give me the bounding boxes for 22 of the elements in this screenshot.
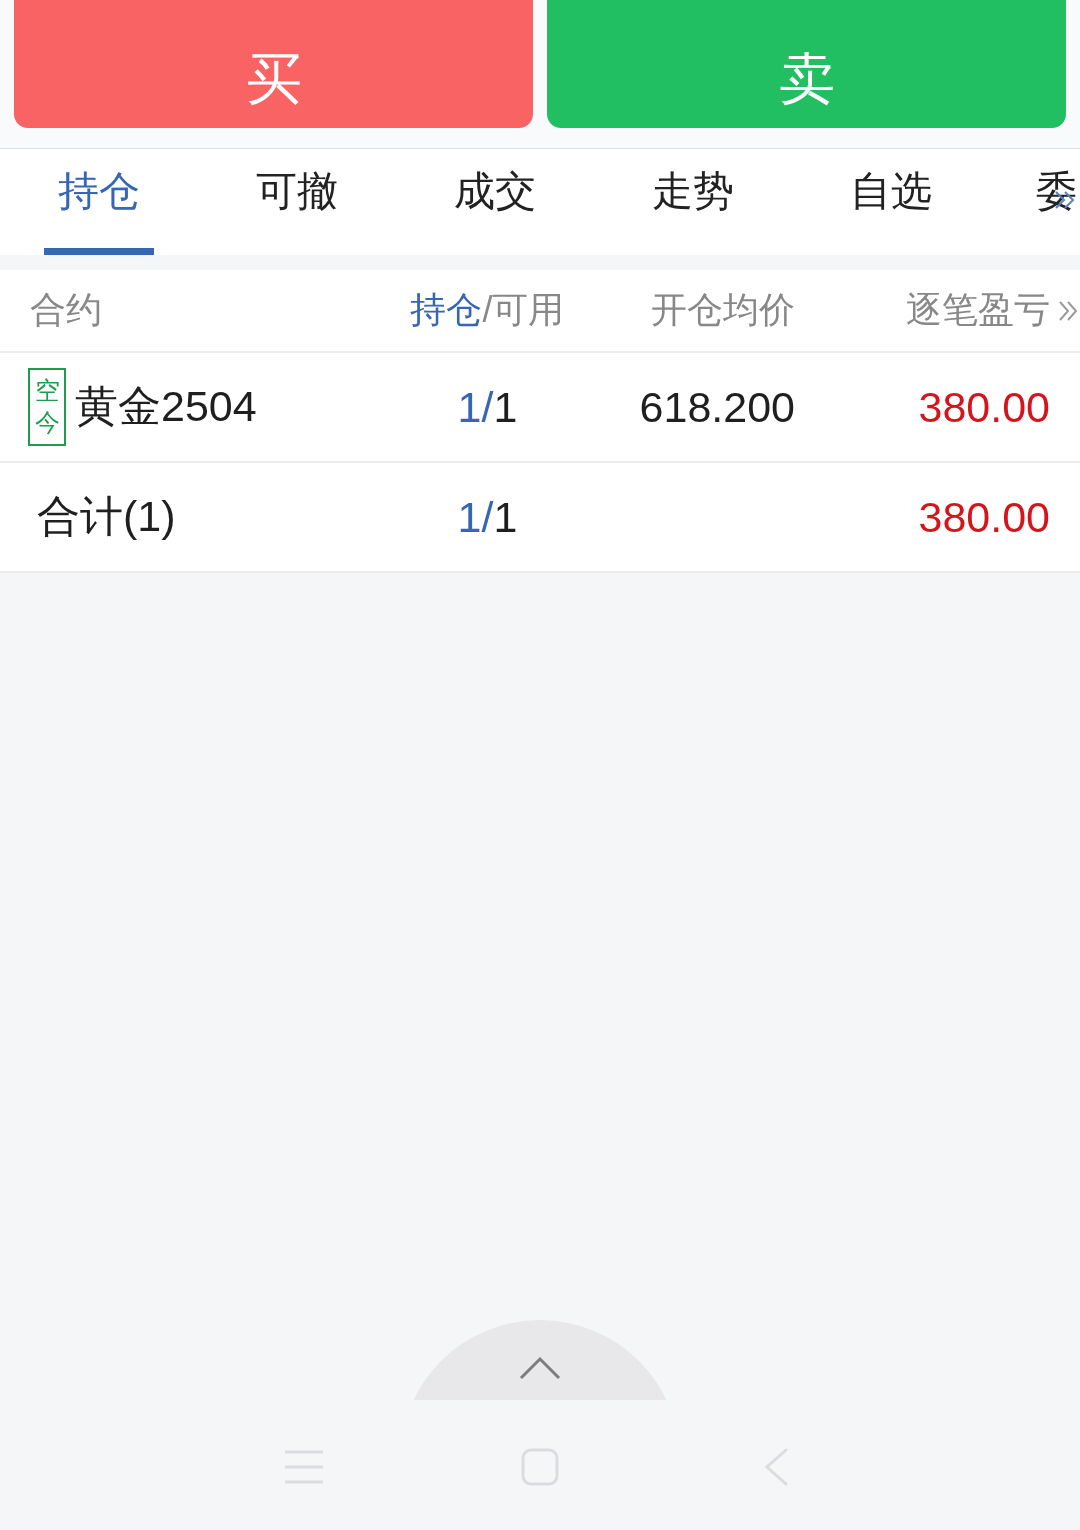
- total-row[interactable]: 合计(1) 1/1 380.00: [0, 463, 1080, 573]
- tab[interactable]: 可撤: [198, 149, 396, 255]
- column-header[interactable]: 开仓均价: [651, 286, 795, 335]
- contract-name: 黄金2504: [75, 381, 257, 432]
- column-header[interactable]: 持仓/可用: [410, 286, 565, 335]
- position-tag: 空今: [28, 368, 66, 446]
- chevron-up-icon: [519, 1356, 561, 1380]
- position-cell: 1/1: [457, 492, 518, 542]
- tab[interactable]: 走势: [594, 149, 792, 255]
- column-header[interactable]: 逐笔盈亏: [906, 286, 1050, 335]
- avg-price-cell: 618.200: [639, 382, 795, 432]
- tab[interactable]: 成交: [396, 149, 594, 255]
- menu-icon[interactable]: [285, 1448, 323, 1486]
- position-cell: 1/1: [457, 382, 518, 432]
- pnl-cell: 380.00: [918, 382, 1050, 432]
- column-header[interactable]: 合约: [28, 286, 102, 335]
- pnl-cell: 380.00: [918, 492, 1050, 542]
- tab[interactable]: 自选: [792, 149, 990, 255]
- total-label: 合计(1): [37, 491, 176, 542]
- home-icon[interactable]: [521, 1448, 559, 1486]
- back-icon[interactable]: [764, 1448, 788, 1486]
- tab[interactable]: 持仓: [0, 149, 198, 255]
